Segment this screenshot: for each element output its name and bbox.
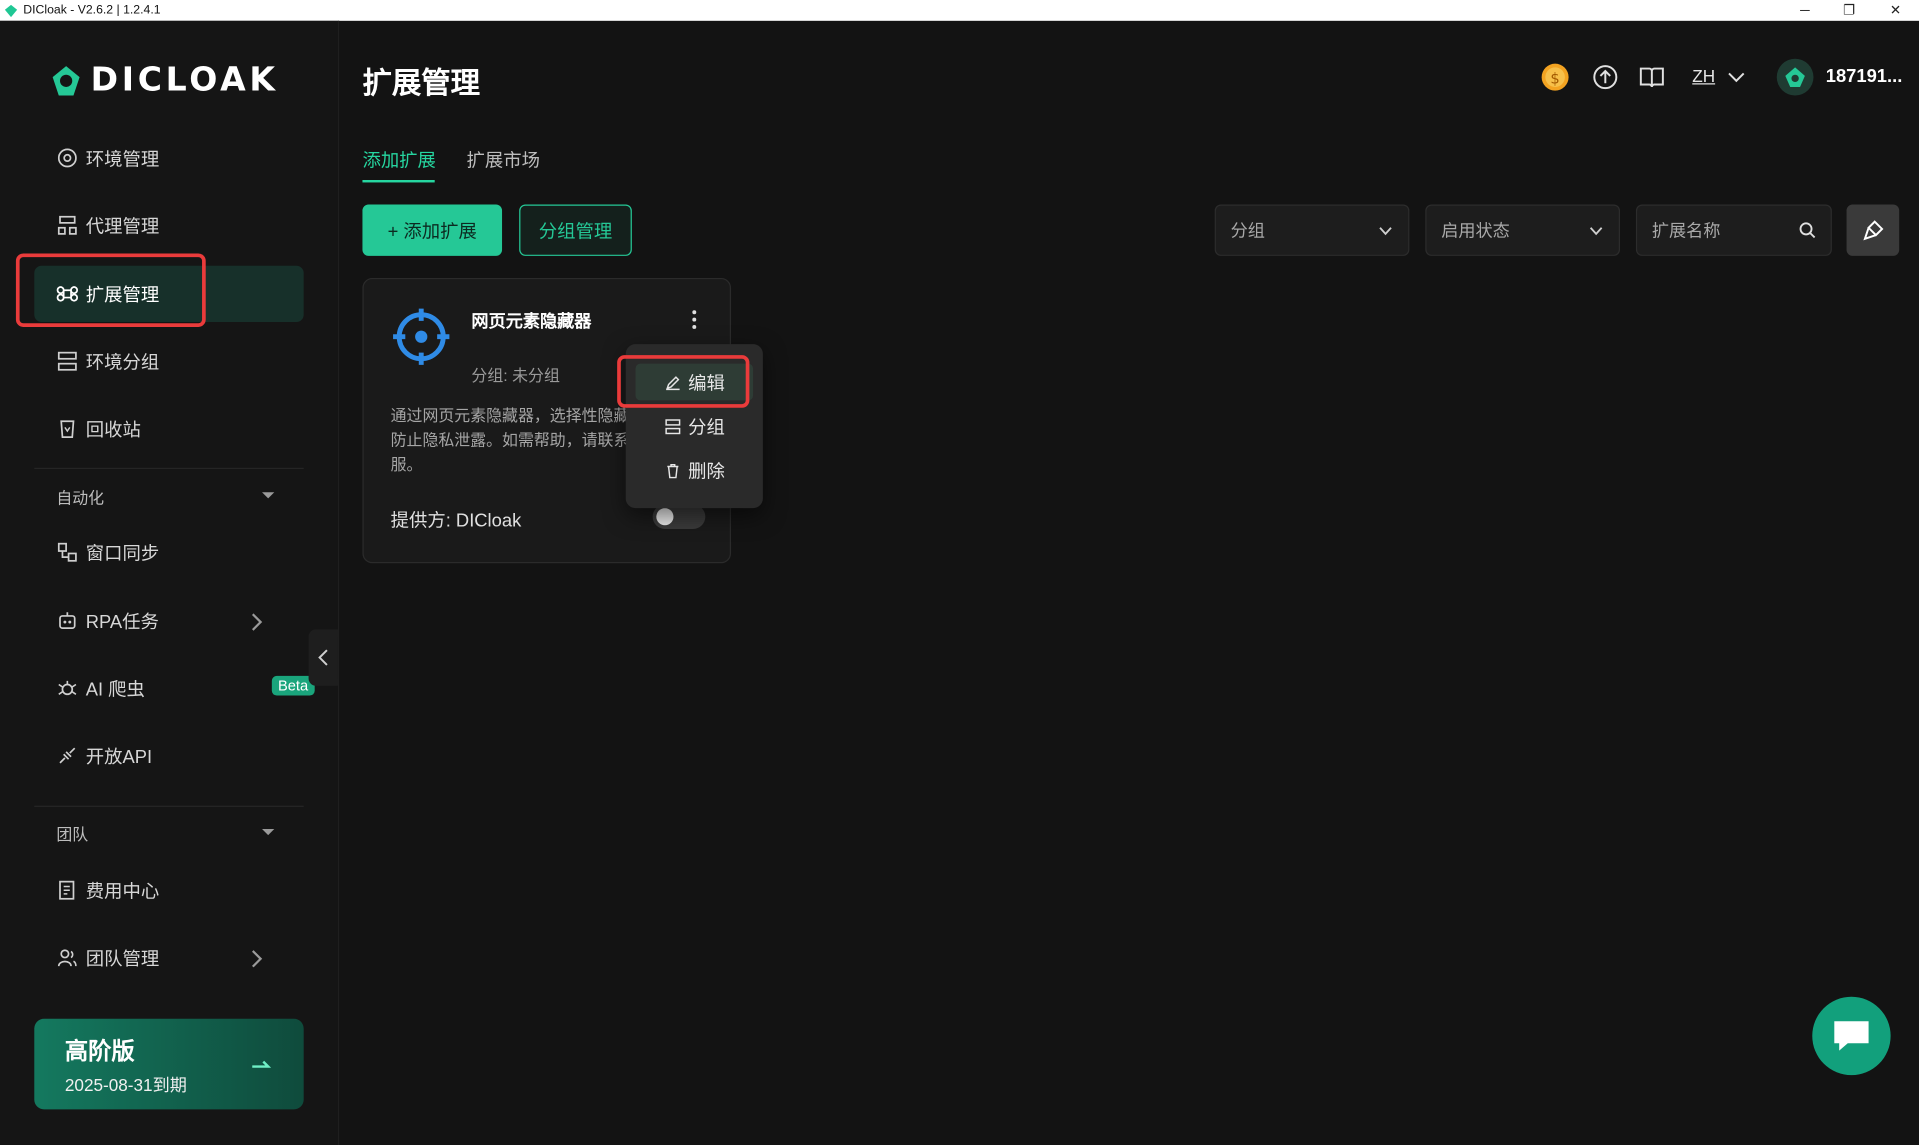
sidebar-item-label: 回收站	[85, 419, 141, 441]
window-sync-icon	[57, 542, 77, 562]
extension-name: 网页元素隐藏器	[471, 311, 592, 331]
status-filter-select[interactable]: 启用状态	[1425, 204, 1621, 256]
sidebar-collapse-button[interactable]	[308, 629, 338, 686]
billing-icon	[59, 880, 75, 900]
group-icon	[665, 418, 681, 434]
group-filter-value: 分组	[1230, 220, 1265, 241]
menu-item-delete[interactable]: 删除	[636, 452, 754, 489]
dicloak-logo-icon	[52, 65, 80, 95]
chat-icon	[1834, 1021, 1869, 1051]
plan-expiry: 2025-08-31到期	[64, 1075, 187, 1095]
chrome-icon	[57, 148, 77, 168]
sidebar-divider	[34, 467, 304, 469]
sidebar-item-label: 费用中心	[85, 881, 160, 902]
sidebar-item-label: 环境分组	[85, 352, 160, 373]
group-icon	[57, 351, 77, 371]
status-filter-value: 启用状态	[1441, 220, 1510, 241]
chevron-down-icon	[1379, 227, 1392, 236]
caret-down-icon	[262, 828, 275, 836]
proxy-icon	[57, 215, 77, 235]
toggle-knob	[656, 508, 674, 526]
section-automation[interactable]: 自动化	[34, 478, 303, 515]
tab-add-extension[interactable]: 添加扩展	[362, 147, 435, 173]
section-automation-label: 自动化	[56, 487, 105, 507]
sidebar-item-label: 开放API	[85, 746, 153, 768]
tab-extension-market[interactable]: 扩展市场	[467, 147, 540, 173]
page-title: 扩展管理	[362, 67, 481, 101]
sidebar-item-label: AI 爬虫	[85, 678, 145, 700]
spider-icon	[58, 680, 77, 696]
group-manage-button[interactable]: 分组管理	[519, 204, 632, 256]
clear-filter-button[interactable]	[1846, 204, 1900, 256]
arrow-right-icon	[252, 1060, 272, 1068]
brand-logo[interactable]: DICLOAK	[49, 61, 279, 99]
api-icon	[59, 747, 76, 764]
robot-icon	[59, 612, 76, 630]
group-filter-select[interactable]: 分组	[1214, 204, 1410, 256]
trash-icon	[667, 463, 679, 478]
search-placeholder: 扩展名称	[1651, 220, 1721, 241]
sidebar-item-recycle-bin[interactable]: 回收站	[34, 400, 303, 456]
restore-button[interactable]: ❐	[1827, 0, 1871, 21]
chevron-down-icon[interactable]	[1727, 69, 1747, 86]
chevron-right-icon	[251, 613, 263, 631]
sidebar-item-open-api[interactable]: 开放API	[34, 727, 303, 783]
sidebar-item-window-sync[interactable]: 窗口同步	[34, 524, 303, 580]
extension-description: 通过网页元素隐藏器，选择性隐藏，防止隐私泄露。如需帮助，请联系客服。	[390, 406, 646, 474]
highlight-edit-menu-item	[617, 355, 750, 408]
coin-icon[interactable]: $	[1536, 58, 1575, 97]
sidebar-item-label: 团队管理	[85, 948, 160, 970]
avatar[interactable]	[1776, 58, 1815, 97]
window-titlebar: DICloak - V2.6.2 | 1.2.4.1 ─ ❐ ✕	[0, 0, 1919, 21]
language-selector[interactable]: ZH	[1692, 66, 1715, 86]
team-icon	[57, 949, 77, 967]
crosshair-icon	[393, 308, 450, 365]
menu-item-label: 删除	[688, 461, 725, 482]
section-team[interactable]: 团队	[34, 814, 303, 851]
sidebar-item-environments[interactable]: 环境管理	[34, 130, 303, 186]
extension-group: 分组: 未分组	[471, 366, 560, 385]
search-input[interactable]: 扩展名称	[1635, 204, 1832, 256]
sidebar-item-label: 窗口同步	[85, 543, 160, 564]
chevron-down-icon	[1589, 227, 1603, 236]
sidebar-item-env-groups[interactable]: 环境分组	[34, 333, 303, 389]
upload-icon[interactable]	[1591, 62, 1620, 91]
highlight-extensions-nav	[15, 253, 206, 327]
sidebar-item-label: 环境管理	[85, 148, 160, 170]
sidebar-item-label: RPA任务	[85, 611, 159, 633]
sidebar-item-ai-crawler[interactable]: AI 爬虫 Beta	[34, 660, 315, 716]
section-team-label: 团队	[56, 824, 89, 844]
plan-name: 高阶版	[64, 1039, 135, 1066]
sidebar-item-proxies[interactable]: 代理管理	[34, 197, 303, 253]
menu-item-group[interactable]: 分组	[636, 408, 754, 445]
sidebar-item-team-management[interactable]: 团队管理	[34, 929, 303, 985]
search-icon[interactable]	[1799, 222, 1816, 239]
brand-name: DICLOAK	[90, 61, 279, 100]
add-extension-button[interactable]: + 添加扩展	[362, 204, 503, 256]
chevron-left-icon	[318, 649, 328, 666]
sidebar-item-label: 代理管理	[85, 216, 160, 237]
close-button[interactable]: ✕	[1873, 0, 1917, 21]
window-title: DICloak - V2.6.2 | 1.2.4.1	[23, 3, 161, 18]
chevron-right-icon	[251, 950, 263, 968]
recycle-icon	[60, 420, 75, 439]
menu-item-label: 分组	[688, 416, 725, 438]
support-chat-button[interactable]	[1812, 996, 1891, 1076]
app-logo-icon	[4, 4, 18, 17]
user-name[interactable]: 187191...	[1826, 66, 1903, 87]
active-tab-indicator	[362, 180, 435, 183]
sidebar-item-billing[interactable]: 费用中心	[34, 862, 303, 918]
plan-promo-card[interactable]: 高阶版 2025-08-31到期	[34, 1018, 304, 1110]
brush-icon	[1862, 220, 1883, 241]
sidebar-divider	[34, 805, 304, 807]
book-icon[interactable]	[1637, 62, 1666, 91]
extension-provider: 提供方: DICloak	[390, 510, 522, 532]
svg-text:$: $	[1550, 70, 1559, 87]
sidebar-item-rpa[interactable]: RPA任务	[34, 593, 303, 649]
more-vertical-icon[interactable]	[689, 309, 699, 331]
minimize-button[interactable]: ─	[1783, 0, 1827, 21]
caret-down-icon	[262, 492, 275, 499]
